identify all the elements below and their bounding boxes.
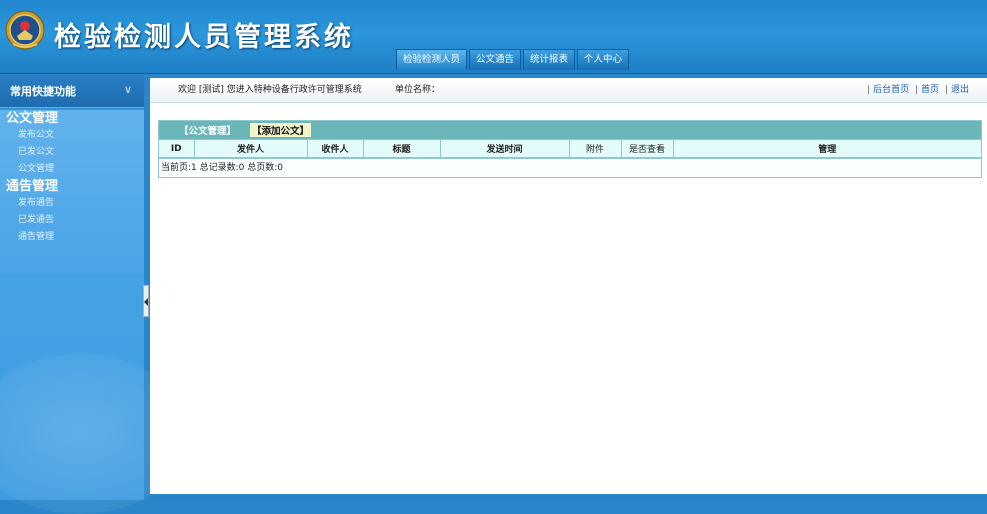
- table-header-row: ID 发件人 收件人 标题 发送时间 附件 是否查看 管理: [159, 139, 981, 158]
- document-table-panel: 【公文管理】 【添加公文】 ID 发件人 收件人 标题 发送时间 附件 是否查看…: [158, 120, 982, 178]
- nav-tab-inspectors[interactable]: 检验检测人员: [396, 49, 468, 70]
- emblem-icon: [5, 10, 45, 50]
- welcome-bar: 欢迎 [测试] 您进入特种设备行政许可管理系统 单位名称： | 后台首页 | 首页 …: [150, 78, 987, 103]
- column-header-recipient: 收件人: [306, 139, 364, 158]
- sidebar-group-notices[interactable]: 通告管理: [0, 178, 144, 195]
- separator: |: [867, 85, 871, 95]
- sidebar-item-document-management[interactable]: 公文管理: [0, 161, 144, 178]
- sidebar-item-sent-notices[interactable]: 已发通告: [0, 212, 144, 229]
- column-header-manage: 管理: [672, 139, 981, 158]
- pagination-status: 当前页:1 总记录数:0 总页数:0: [159, 158, 981, 177]
- sidebar-collapse-handle[interactable]: [143, 285, 149, 317]
- unit-name-label: 单位名称：: [395, 85, 441, 95]
- quick-links: | 后台首页 | 首页 | 退出: [864, 78, 969, 102]
- nav-tab-notices[interactable]: 公文通告: [469, 49, 522, 70]
- column-header-viewed: 是否查看: [620, 139, 674, 158]
- logout-link[interactable]: 退出: [951, 85, 969, 95]
- table-title: 【公文管理】: [179, 126, 237, 137]
- app-header: 检验检测人员管理系统 检验检测人员 公文通告 统计报表 个人中心: [0, 0, 987, 74]
- column-header-title: 标题: [362, 139, 441, 158]
- nav-tab-reports[interactable]: 统计报表: [523, 49, 576, 70]
- sidebar-item-publish-notice[interactable]: 发布通告: [0, 195, 144, 212]
- table-title-bar: 【公文管理】 【添加公文】: [159, 121, 981, 139]
- arrow-left-icon: [144, 298, 148, 306]
- top-nav: 检验检测人员 公文通告 统计报表 个人中心: [396, 49, 631, 71]
- bottom-border: [150, 494, 987, 500]
- sidebar-item-publish-document[interactable]: 发布公文: [0, 127, 144, 144]
- double-chevron-down-icon[interactable]: ∨: [124, 83, 132, 96]
- nav-tab-personal[interactable]: 个人中心: [577, 49, 630, 70]
- sidebar: 常用快捷功能 ∨ 公文管理 发布公文 已发公文 公文管理 通告管理 发布通告 已…: [0, 74, 190, 514]
- separator: |: [915, 85, 919, 95]
- add-document-button[interactable]: 【添加公文】: [250, 123, 312, 137]
- column-header-id: ID: [159, 139, 195, 158]
- home-link[interactable]: 首页: [921, 85, 939, 95]
- sidebar-heading: 常用快捷功能: [10, 85, 76, 98]
- sidebar-group-documents[interactable]: 公文管理: [0, 110, 144, 127]
- separator: |: [944, 85, 948, 95]
- sidebar-item-notice-management[interactable]: 通告管理: [0, 229, 144, 246]
- column-header-attachment: 附件: [568, 139, 622, 158]
- admin-home-link[interactable]: 后台首页: [873, 85, 909, 95]
- sidebar-menu: 公文管理 发布公文 已发公文 公文管理 通告管理 发布通告 已发通告 通告管理: [0, 110, 144, 273]
- main-panel: 欢迎 [测试] 您进入特种设备行政许可管理系统 单位名称： | 后台首页 | 首页 …: [150, 78, 987, 494]
- column-header-send-time: 发送时间: [439, 139, 570, 158]
- sidebar-item-sent-documents[interactable]: 已发公文: [0, 144, 144, 161]
- column-header-sender: 发件人: [193, 139, 308, 158]
- document-table: ID 发件人 收件人 标题 发送时间 附件 是否查看 管理: [159, 139, 981, 158]
- welcome-text: 欢迎 [测试] 您进入特种设备行政许可管理系统: [178, 85, 362, 95]
- sidebar-header[interactable]: 常用快捷功能 ∨: [0, 74, 144, 108]
- app-title: 检验检测人员管理系统: [54, 22, 354, 53]
